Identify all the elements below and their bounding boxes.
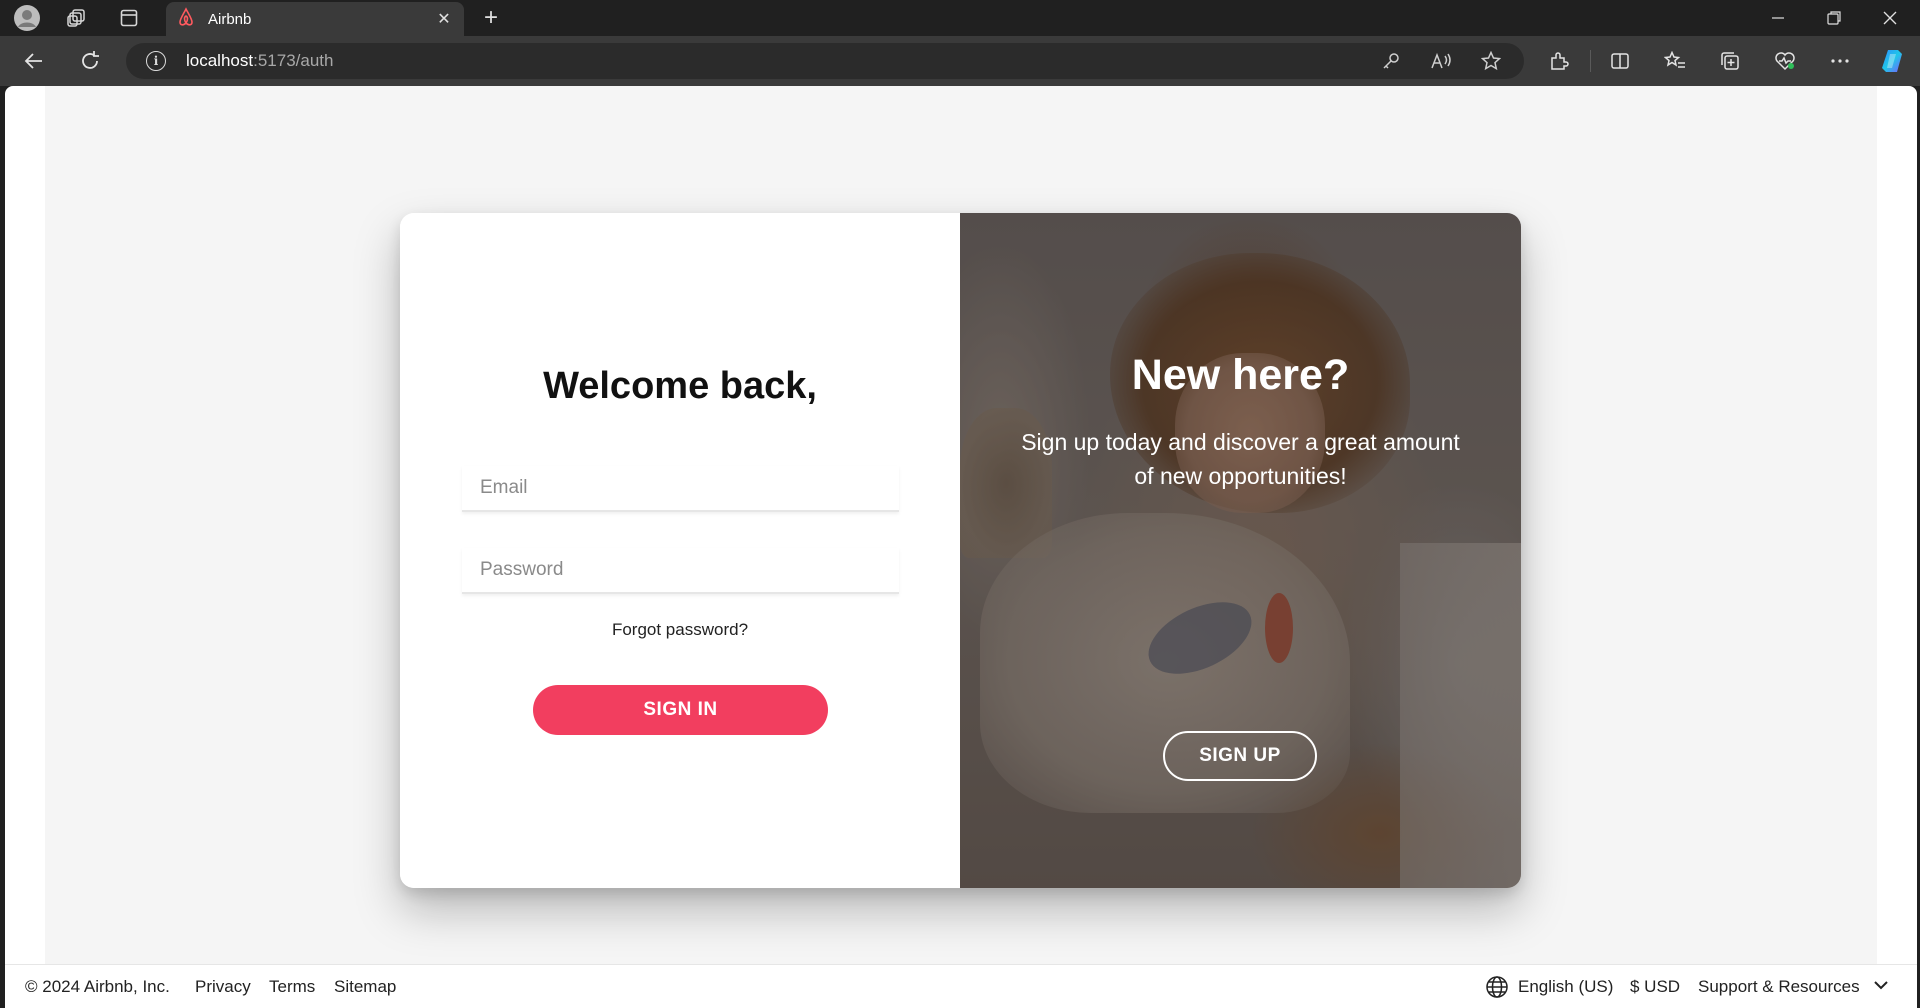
sign-in-button[interactable]: SIGN IN: [533, 685, 828, 735]
url-path: :5173/auth: [253, 51, 334, 70]
chevron-down-icon[interactable]: [1873, 977, 1889, 996]
extensions-icon[interactable]: [1541, 44, 1577, 78]
welcome-heading: Welcome back,: [543, 365, 817, 407]
currency-selector[interactable]: $ USD: [1630, 977, 1680, 997]
site-info-icon[interactable]: i: [146, 51, 166, 71]
footer-link-sitemap[interactable]: Sitemap: [334, 977, 396, 997]
favorite-star-icon[interactable]: [1478, 49, 1504, 73]
close-window-icon[interactable]: [1862, 0, 1918, 36]
copilot-icon[interactable]: [1876, 44, 1912, 78]
restore-icon[interactable]: [1806, 0, 1862, 36]
new-here-subtitle: Sign up today and discover a great amoun…: [1021, 429, 1460, 489]
page-viewport: Welcome back, Forgot password? SIGN IN N…: [5, 86, 1917, 1008]
auth-card: Welcome back, Forgot password? SIGN IN N…: [400, 213, 1521, 888]
more-menu-icon[interactable]: [1822, 44, 1858, 78]
browser-essentials-icon[interactable]: [1767, 44, 1803, 78]
read-aloud-icon[interactable]: [1428, 49, 1454, 73]
support-resources-link[interactable]: Support & Resources: [1698, 977, 1860, 997]
new-here-heading: New here?: [1131, 351, 1350, 399]
new-tab-icon[interactable]: +: [474, 2, 508, 34]
footer-link-privacy[interactable]: Privacy: [195, 977, 251, 997]
password-input[interactable]: [462, 548, 899, 594]
favorites-list-icon[interactable]: [1657, 44, 1693, 78]
reload-icon[interactable]: [72, 44, 108, 78]
sign-up-panel: New here? Sign up today and discover a g…: [960, 213, 1521, 888]
browser-toolbar: i localhost:5173/auth: [0, 36, 1920, 86]
photo-overlay: [960, 213, 1521, 888]
email-input[interactable]: [462, 466, 899, 512]
browser-tab-airbnb[interactable]: Airbnb ✕: [166, 2, 464, 36]
address-bar[interactable]: i localhost:5173/auth: [126, 43, 1524, 79]
split-screen-icon[interactable]: [1602, 44, 1638, 78]
url-host: localhost: [186, 51, 254, 70]
minimize-icon[interactable]: [1750, 0, 1806, 36]
collections-icon[interactable]: [1712, 44, 1748, 78]
profile-avatar-icon[interactable]: [10, 2, 44, 34]
forgot-password-link[interactable]: Forgot password?: [400, 620, 960, 640]
tab-actions-icon[interactable]: [112, 2, 146, 34]
language-selector[interactable]: English (US): [1518, 977, 1613, 997]
copyright-text: © 2024 Airbnb, Inc.: [25, 977, 170, 996]
footer-link-terms[interactable]: Terms: [269, 977, 315, 997]
browser-titlebar: Airbnb ✕ +: [0, 0, 1920, 36]
airbnb-logo-icon: [176, 6, 196, 32]
sign-up-button[interactable]: SIGN UP: [1163, 731, 1317, 781]
tab-title: Airbnb: [208, 10, 252, 28]
toolbar-divider: [1590, 50, 1591, 72]
workspaces-icon[interactable]: [60, 2, 94, 34]
key-icon[interactable]: [1378, 49, 1404, 73]
sign-in-panel: Welcome back, Forgot password? SIGN IN: [400, 213, 960, 888]
url-text[interactable]: localhost:5173/auth: [186, 51, 333, 71]
tab-close-icon[interactable]: ✕: [430, 5, 458, 33]
back-arrow-icon[interactable]: [16, 44, 52, 78]
page-footer: © 2024 Airbnb, Inc. Privacy Terms Sitema…: [5, 964, 1917, 1008]
globe-icon[interactable]: [1485, 975, 1509, 999]
